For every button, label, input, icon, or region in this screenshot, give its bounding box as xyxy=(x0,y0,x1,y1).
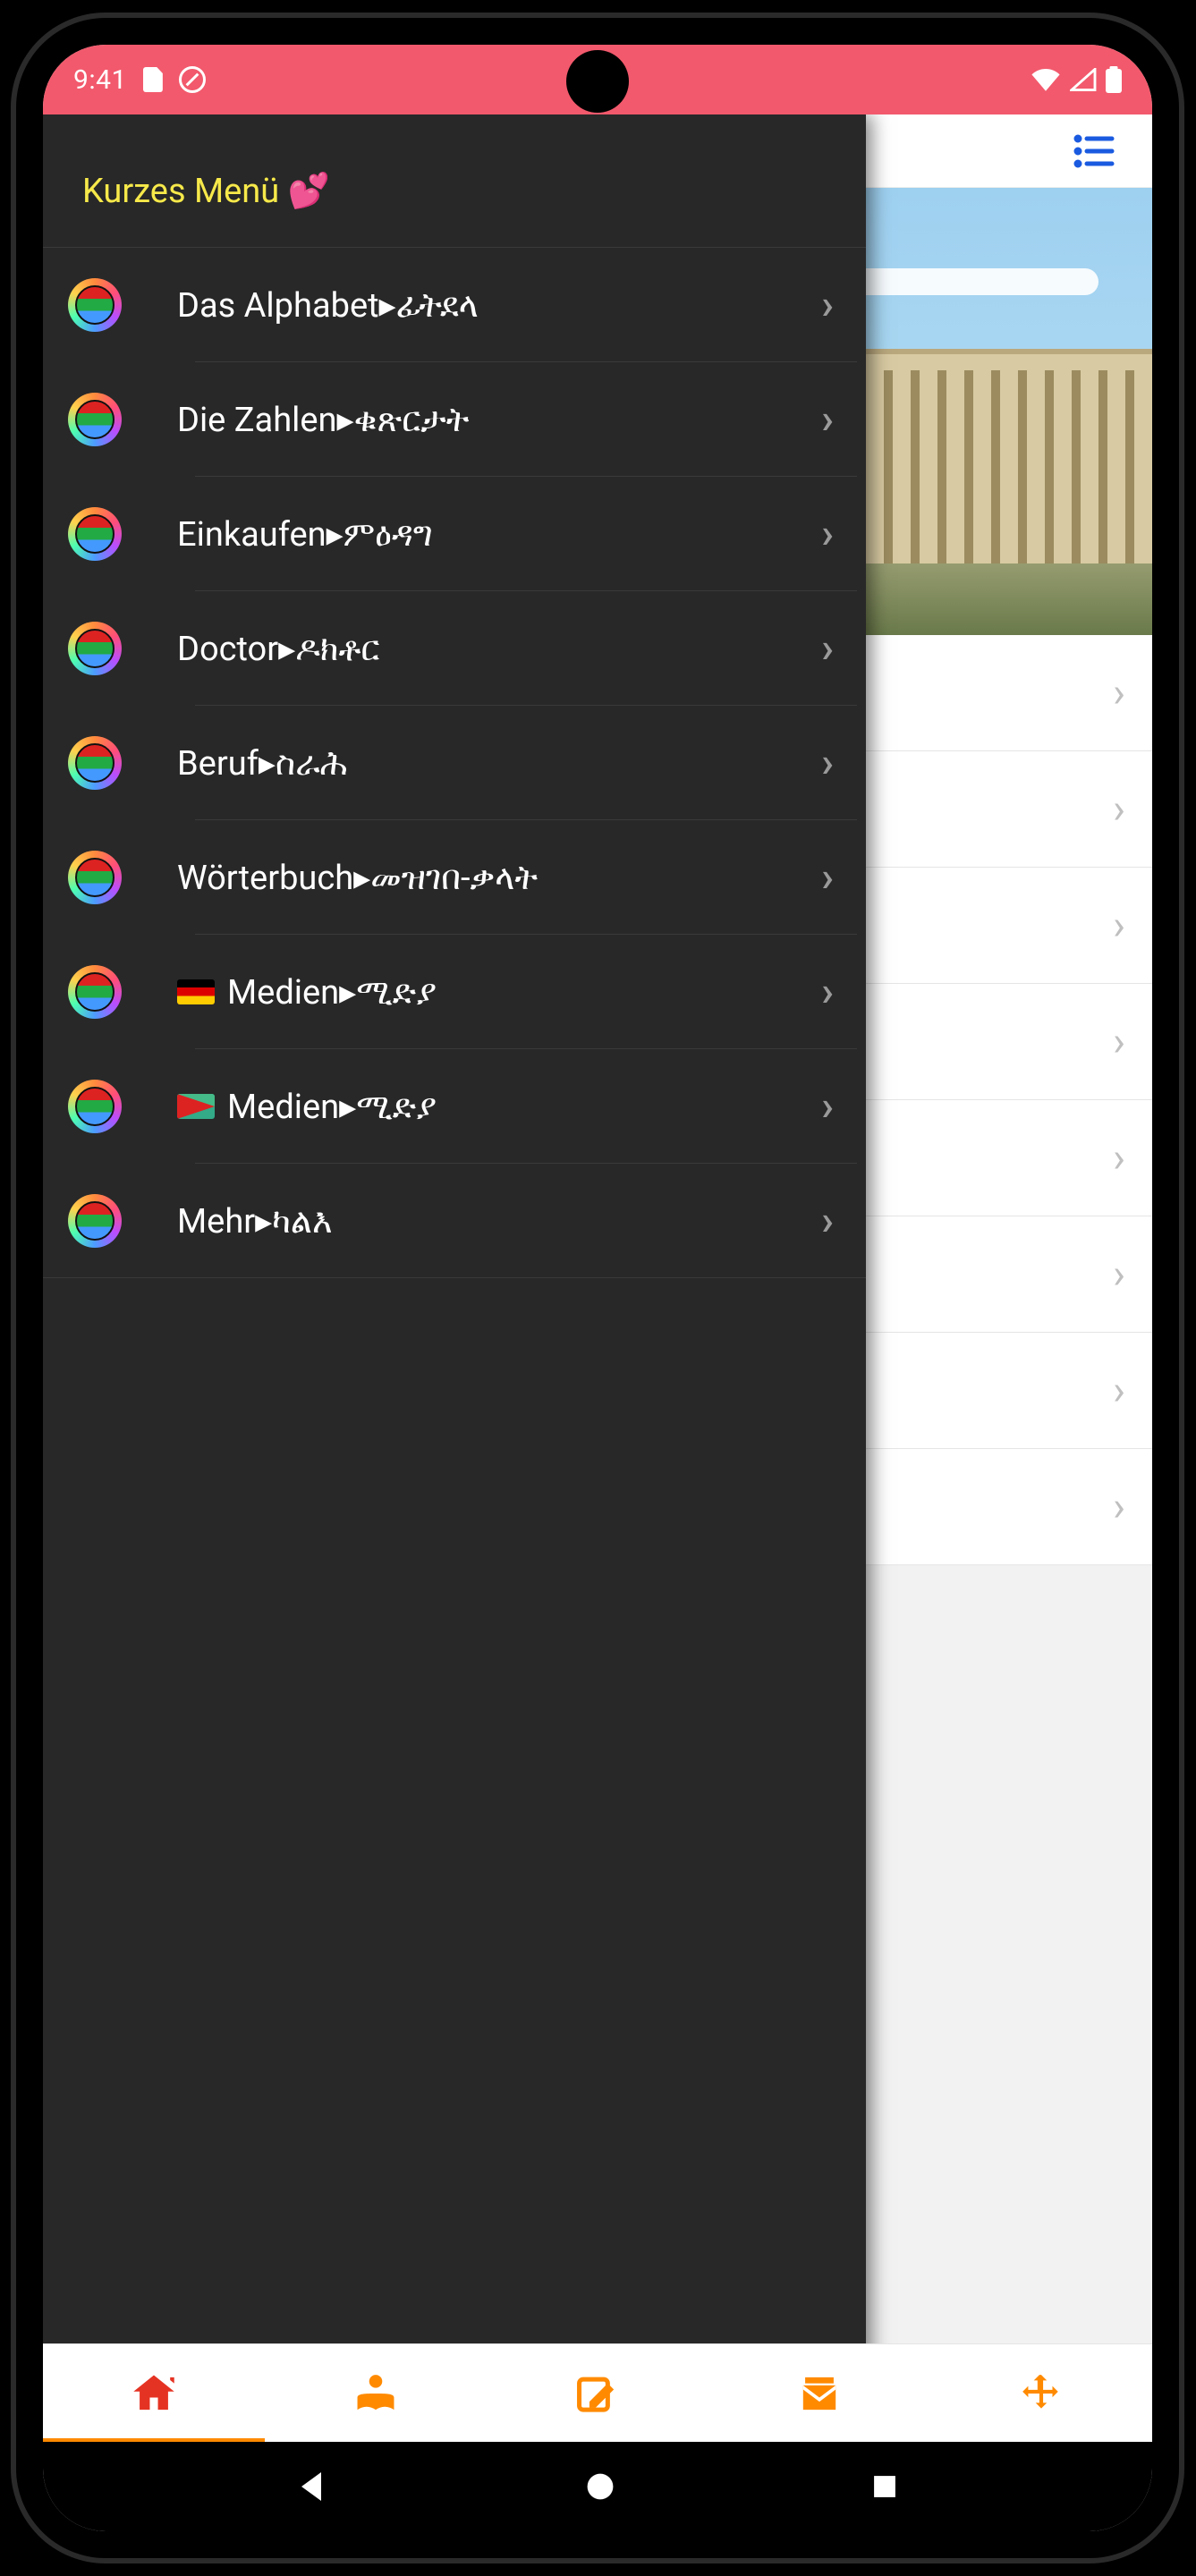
drawer-title: Kurzes Menü 💕 xyxy=(43,114,866,248)
chevron-right-icon: › xyxy=(814,624,841,673)
chevron-right-icon: › xyxy=(1113,785,1125,834)
nav-home-button[interactable] xyxy=(584,2470,616,2503)
menu-item-label: Medien▸ሚድያ xyxy=(177,1087,814,1127)
signal-icon xyxy=(1070,68,1097,91)
menu-item[interactable]: Einkaufen▸ምዕዳግ› xyxy=(43,477,866,591)
menu-item-icon xyxy=(68,393,122,446)
status-time: 9:41 xyxy=(73,64,127,96)
menu-item[interactable]: Medien▸ሚድያ› xyxy=(43,1049,866,1164)
chevron-right-icon: › xyxy=(814,395,841,444)
dnd-icon xyxy=(179,66,206,93)
menu-item[interactable]: Mehr▸ካልእ› xyxy=(43,1164,866,1278)
chevron-right-icon: › xyxy=(1113,902,1125,950)
chevron-right-icon: › xyxy=(1113,1250,1125,1299)
tab-home[interactable] xyxy=(43,2344,265,2442)
tab-learn[interactable] xyxy=(265,2344,487,2442)
tab-inbox[interactable] xyxy=(708,2344,930,2442)
chevron-right-icon: › xyxy=(1113,1134,1125,1182)
nav-recent-button[interactable] xyxy=(869,2471,900,2502)
chevron-right-icon: › xyxy=(814,281,841,329)
list-view-icon[interactable] xyxy=(1072,133,1116,169)
wifi-icon xyxy=(1031,68,1061,91)
menu-item-label: Das Alphabet▸ፊትደላ xyxy=(177,285,814,326)
menu-item-label: Einkaufen▸ምዕዳግ xyxy=(177,514,814,555)
chevron-right-icon: › xyxy=(814,510,841,558)
battery-icon xyxy=(1106,66,1122,93)
menu-item[interactable]: Die Zahlen▸ቁጽርታት› xyxy=(43,362,866,477)
menu-item-label: Medien▸ሚድያ xyxy=(177,972,814,1013)
menu-item-label: Die Zahlen▸ቁጽርታት xyxy=(177,400,814,440)
menu-item[interactable]: Wörterbuch▸መዝገበ-ቃላት› xyxy=(43,820,866,935)
flag-er-icon xyxy=(177,1094,215,1119)
bottom-tab-bar xyxy=(43,2343,1152,2442)
menu-item[interactable]: Das Alphabet▸ፊትደላ› xyxy=(43,248,866,362)
chevron-right-icon: › xyxy=(1113,1018,1125,1066)
chevron-right-icon: › xyxy=(814,968,841,1016)
chevron-right-icon: › xyxy=(814,1197,841,1245)
system-nav-bar xyxy=(43,2442,1152,2531)
chevron-right-icon: › xyxy=(814,853,841,902)
tab-edit[interactable] xyxy=(487,2344,708,2442)
flag-de-icon xyxy=(177,979,215,1004)
menu-item-icon xyxy=(68,278,122,332)
nav-back-button[interactable] xyxy=(296,2469,332,2504)
menu-item-label: Beruf▸ስራሕ xyxy=(177,743,814,784)
drawer-menu-list: Das Alphabet▸ፊትደላ›Die Zahlen▸ቁጽርታት›Einka… xyxy=(43,248,866,1278)
menu-item-icon xyxy=(68,965,122,1019)
chevron-right-icon: › xyxy=(814,739,841,787)
menu-item-label: Wörterbuch▸መዝገበ-ቃላት xyxy=(177,858,814,898)
menu-item[interactable]: Medien▸ሚድያ› xyxy=(43,935,866,1049)
menu-item-icon xyxy=(68,1194,122,1248)
chevron-right-icon: › xyxy=(1113,669,1125,717)
side-drawer: Kurzes Menü 💕 Das Alphabet▸ፊትደላ›Die Zahl… xyxy=(43,114,866,2442)
menu-item[interactable]: Doctor▸ዶክቶር› xyxy=(43,591,866,706)
menu-item-label: Doctor▸ዶክቶር xyxy=(177,629,814,669)
menu-item-icon xyxy=(68,1080,122,1133)
menu-item-icon xyxy=(68,736,122,790)
chevron-right-icon: › xyxy=(1113,1483,1125,1531)
menu-item-icon xyxy=(68,851,122,904)
menu-item[interactable]: Beruf▸ስራሕ› xyxy=(43,706,866,820)
menu-item-icon xyxy=(68,507,122,561)
menu-item-icon xyxy=(68,622,122,675)
tab-move[interactable] xyxy=(930,2344,1152,2442)
sd-card-icon xyxy=(143,67,163,92)
chevron-right-icon: › xyxy=(814,1082,841,1131)
menu-item-label: Mehr▸ካልእ xyxy=(177,1201,814,1241)
camera-notch xyxy=(566,50,629,113)
chevron-right-icon: › xyxy=(1113,1367,1125,1415)
